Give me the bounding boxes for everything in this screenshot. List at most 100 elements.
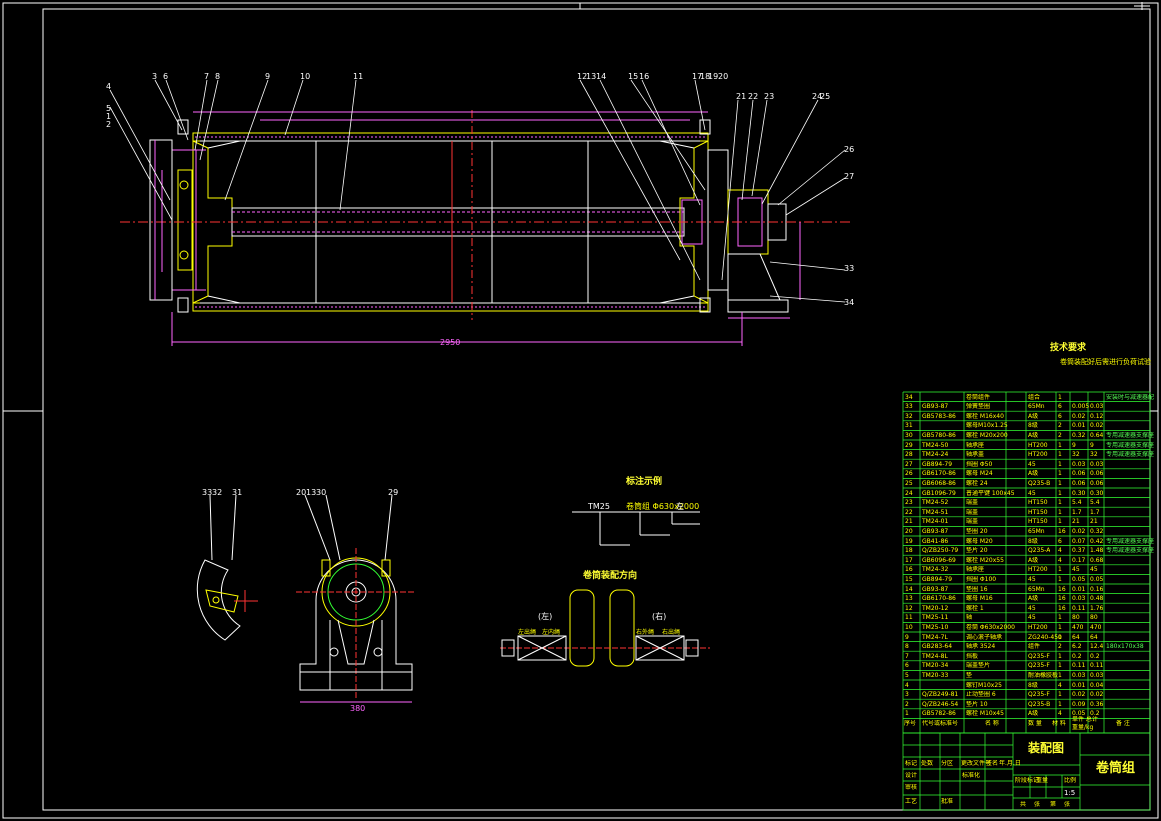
bom-header-qty: 数 量 <box>1028 720 1042 727</box>
bom-cell-remark: 专用减速器支撑座 <box>1106 451 1155 459</box>
bom-cell-unit: 1 <box>1058 393 1062 401</box>
bom-cell-mat: HT200 <box>1028 566 1048 574</box>
bom-cell-w2: 0.64 <box>1090 431 1104 439</box>
bom-cell-w2: 1.76 <box>1090 604 1104 612</box>
bom-cell-w2: 1.48 <box>1090 547 1104 555</box>
bearing-width-dimension: 380 <box>350 704 366 713</box>
bom-cell-w2: 0.2 <box>1090 652 1100 660</box>
bom-cell-w1: 9 <box>1072 441 1076 449</box>
bom-cell-no: 13 <box>905 595 913 603</box>
bom-cell-mat: 45 <box>1028 460 1036 468</box>
bom-cell-w1: 0.03 <box>1072 460 1086 468</box>
bom-cell-code: GB93-87 <box>922 403 949 411</box>
bom-cell-w1: 0.02 <box>1072 412 1086 420</box>
bom-cell-unit: 1 <box>1058 700 1062 708</box>
bom-cell-no: 9 <box>905 633 909 641</box>
left-side-label: 左出绳 <box>518 629 537 636</box>
clamp-callout: 33 <box>202 488 213 497</box>
part-callout: 3 <box>152 72 158 81</box>
bom-cell-code: TM24-52 <box>922 499 949 507</box>
bom-cell-name: 端盖 <box>966 518 979 526</box>
part-callout: 26 <box>844 145 855 154</box>
bom-cell-name: 螺钉M10x25 <box>966 681 1002 689</box>
bom-cell-no: 7 <box>905 652 909 660</box>
clamp-callout: 32 <box>212 488 223 497</box>
bom-cell-unit: 16 <box>1058 595 1066 603</box>
bom-cell-code: GB5783-86 <box>922 412 956 420</box>
bom-cell-name: 垫片 10 <box>966 700 988 708</box>
bom-cell-name: 螺栓 1 <box>966 604 984 612</box>
bom-cell-unit: 1 <box>1058 671 1062 679</box>
bom-cell-w1: 0.01 <box>1072 585 1086 593</box>
technical-notes-title: 技术要求 <box>1050 343 1087 353</box>
bom-cell-unit: 2 <box>1058 431 1062 439</box>
bom-cell-w1: 0.30 <box>1072 489 1086 497</box>
bom-cell-name: 弹簧垫圈 <box>966 403 991 411</box>
bom-cell-code: TM20-34 <box>922 662 949 670</box>
part-callout: 19 <box>708 72 719 81</box>
part-callout: 16 <box>639 72 650 81</box>
bom-cell-w2: 1.7 <box>1090 508 1100 516</box>
bom-cell-mat: 45 <box>1028 489 1036 497</box>
bom-cell-w2: 0.11 <box>1090 662 1104 670</box>
bom-header-no: 序号 <box>904 720 917 727</box>
marking-example <box>572 511 700 546</box>
bom-cell-no: 3 <box>905 691 909 699</box>
bom-cell-name: 端盖 <box>966 499 979 507</box>
bom-cell-mat: A级 <box>1028 412 1039 420</box>
bom-cell-unit: 4 <box>1058 556 1062 564</box>
bom-cell-w1: 0.07 <box>1072 537 1086 545</box>
bom-cell-mat: 耐油橡胶板 <box>1028 671 1059 679</box>
bom-cell-w2: 0.36 <box>1090 700 1104 708</box>
part-callout: 11 <box>353 72 364 81</box>
bom-cell-mat: 组件 <box>1028 643 1041 651</box>
overall-length-dimension: 2950 <box>440 338 461 347</box>
bom-cell-mat: 45 <box>1028 604 1036 612</box>
bom-cell-w1: 0.2 <box>1072 652 1082 660</box>
title-block-row-label: 年.月.日 <box>999 760 1021 767</box>
bom-cell-no: 14 <box>905 585 913 593</box>
title-block-role: 批准 <box>941 798 954 805</box>
bom-cell-mat: HT200 <box>1028 451 1048 459</box>
part-callout: 27 <box>844 172 855 181</box>
bom-cell-code: GB41-86 <box>922 537 949 545</box>
scale-value: 1:5 <box>1064 789 1076 797</box>
bom-cell-mat: 65Mn <box>1028 585 1045 593</box>
bom-cell-remark: 专用减速器支撑座 <box>1106 441 1155 449</box>
bom-cell-name: 挡圈 Φ50 <box>966 460 993 468</box>
bom-cell-unit: 1 <box>1058 460 1062 468</box>
bom-cell-no: 18 <box>905 547 913 555</box>
bom-cell-mat: A级 <box>1028 470 1039 478</box>
bom-header-mat: 材 料 <box>1052 720 1066 727</box>
bom-header-code: 代号或标准号 <box>922 720 959 727</box>
bom-cell-remark: 专用减速器支撑座 <box>1106 547 1155 555</box>
title-block-row-label: 处数 <box>921 760 934 767</box>
bom-cell-no: 4 <box>905 681 909 689</box>
rope-clamp-detail <box>196 494 258 641</box>
bom-cell-no: 1 <box>905 710 909 718</box>
bom-cell-unit: 1 <box>1058 662 1062 670</box>
bom-cell-code: TM24-7L <box>922 633 948 641</box>
bom-cell-w2: 0.32 <box>1090 527 1104 535</box>
bom-cell-w2: 12.4 <box>1090 643 1104 651</box>
bom-cell-w1: 470 <box>1072 623 1084 631</box>
bom-cell-no: 8 <box>905 643 909 651</box>
bom-cell-no: 24 <box>905 489 913 497</box>
bom-cell-unit: 16 <box>1058 527 1066 535</box>
bom-cell-no: 19 <box>905 537 913 545</box>
part-callout: 7 <box>204 72 210 81</box>
bom-cell-name: 轴承盖 <box>966 451 985 459</box>
bom-cell-w1: 0.01 <box>1072 681 1086 689</box>
bom-cell-unit: 16 <box>1058 585 1066 593</box>
drawing-type: 装配图 <box>1028 741 1065 755</box>
bom-cell-w1: 0.03 <box>1072 595 1086 603</box>
technical-notes-line: 卷筒装配好后需进行负荷试验 <box>1060 358 1151 366</box>
bom-cell-w2: 0.02 <box>1090 691 1104 699</box>
bom-cell-mat: HT200 <box>1028 623 1048 631</box>
bom-cell-w2: 64 <box>1090 633 1098 641</box>
part-callout: 33 <box>844 264 855 273</box>
bom-cell-no: 20 <box>905 527 913 535</box>
bom-cell-mat: HT200 <box>1028 441 1048 449</box>
bom-cell-name: 轴 <box>966 614 973 622</box>
bom-cell-mat: Q235-F <box>1028 691 1050 699</box>
